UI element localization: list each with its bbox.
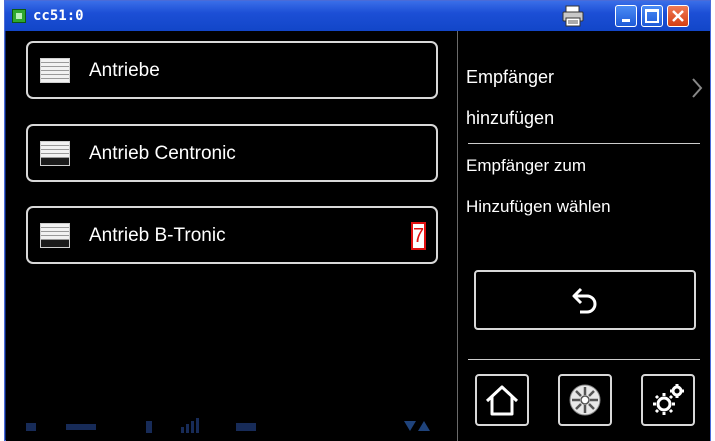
item-badge: 7	[411, 222, 426, 250]
app-icon[interactable]	[12, 9, 26, 23]
home-icon	[485, 385, 519, 416]
list-item-antrieb-centronic[interactable]: Antrieb Centronic	[26, 124, 438, 182]
app-window: cc51:0 Antriebe Antrieb Centronic Antrie…	[4, 0, 711, 441]
maximize-button[interactable]	[641, 5, 663, 27]
chevron-right-icon[interactable]	[691, 77, 703, 99]
title-bar[interactable]: cc51:0	[5, 1, 710, 31]
panel-divider-bottom	[468, 359, 700, 360]
panel-divider-top	[468, 143, 700, 144]
back-button[interactable]	[474, 270, 696, 330]
list-item-label: Antrieb Centronic	[89, 143, 236, 164]
close-button[interactable]	[667, 5, 689, 27]
home-button[interactable]	[475, 374, 529, 426]
printer-icon[interactable]	[560, 4, 586, 28]
close-icon	[672, 10, 684, 22]
sun-icon	[569, 384, 601, 416]
panel-title-line2: hinzufügen	[466, 108, 555, 128]
device-screen: Antriebe Antrieb Centronic Antrieb B-Tro…	[6, 31, 710, 441]
settings-button[interactable]	[641, 374, 695, 426]
list-item-label: Antriebe	[89, 60, 160, 81]
list-item-antrieb-b-tronic[interactable]: Antrieb B-Tronic 7	[26, 206, 438, 264]
shutter-half-icon	[40, 141, 70, 166]
back-arrow-icon	[572, 287, 597, 314]
settings-icon	[653, 384, 684, 415]
status-bar	[26, 418, 430, 433]
shutter-half-icon	[40, 223, 70, 248]
panel-title-line1: Empfänger	[466, 67, 555, 87]
minimize-button[interactable]	[615, 5, 637, 27]
panel-divider	[457, 31, 458, 441]
list-item-label: Antrieb B-Tronic	[89, 225, 226, 246]
panel-hint-line1: Empfänger zum	[466, 156, 586, 175]
window-title: cc51:0	[33, 8, 84, 24]
list-item-antriebe[interactable]: Antriebe	[26, 41, 438, 99]
sun-protection-button[interactable]	[558, 374, 612, 426]
panel-hint-line2: Hinzufügen wählen	[466, 197, 611, 216]
shutter-icon	[40, 58, 70, 83]
